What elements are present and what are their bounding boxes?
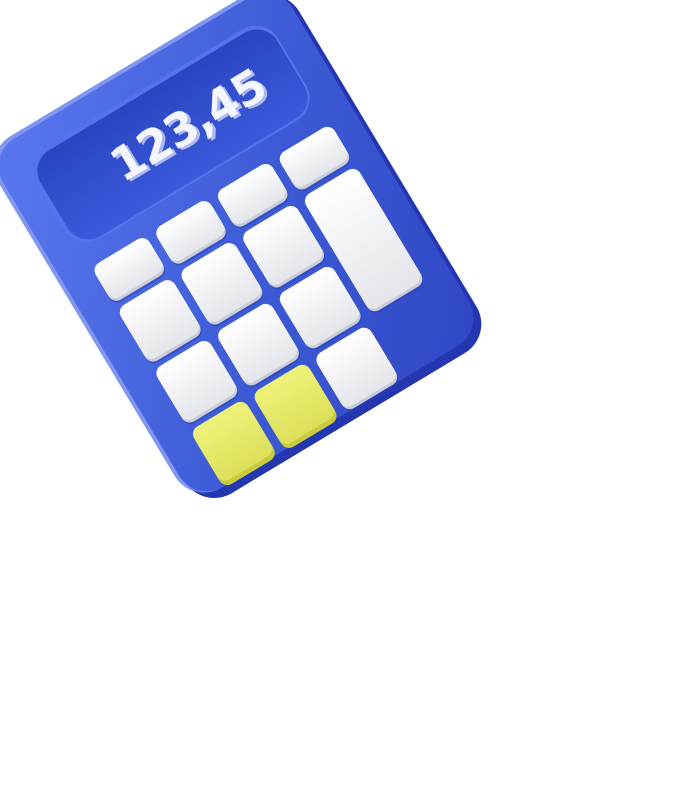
calculator: 123,45 123,45: [0, 0, 482, 499]
calculator-illustration: 123,45 123,45: [0, 0, 482, 499]
